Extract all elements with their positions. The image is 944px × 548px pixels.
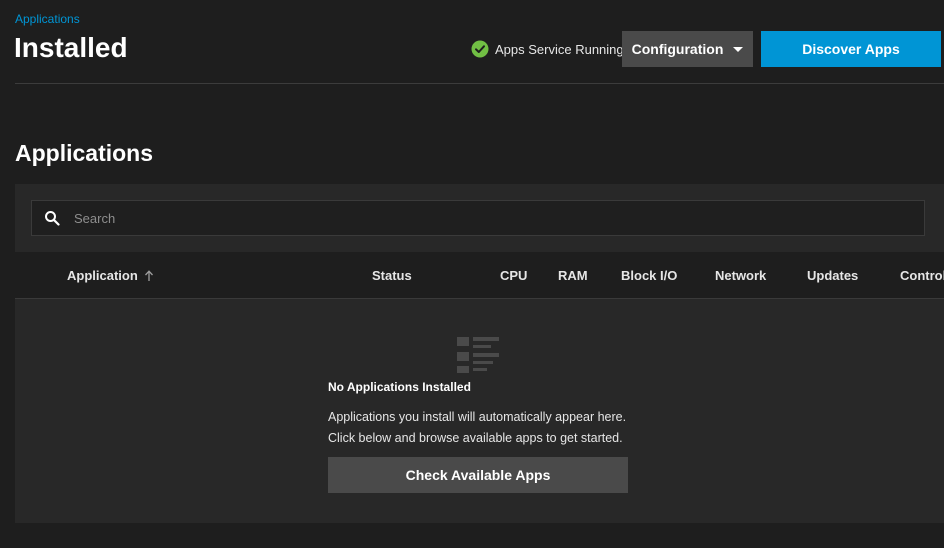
search-icon <box>45 211 60 226</box>
column-application-label: Application <box>67 268 138 283</box>
list-icon <box>457 337 499 373</box>
applications-card: Application Status CPU RAM Block I/O Net… <box>15 184 944 523</box>
service-status: Apps Service Running <box>471 40 624 58</box>
service-status-label: Apps Service Running <box>495 41 624 57</box>
header-divider <box>15 83 944 84</box>
table-header: Application Status CPU RAM Block I/O Net… <box>15 252 944 299</box>
search-input[interactable] <box>72 200 924 236</box>
breadcrumb[interactable]: Applications <box>15 12 80 26</box>
discover-apps-button[interactable]: Discover Apps <box>761 31 941 67</box>
configuration-button[interactable]: Configuration <box>622 31 753 67</box>
chevron-down-icon <box>733 46 744 52</box>
empty-state-hint: Click below and browse available apps to… <box>328 431 623 445</box>
search-box <box>31 200 925 236</box>
section-title: Applications <box>15 140 154 166</box>
column-controls[interactable]: Controls <box>900 268 944 283</box>
empty-state-title: No Applications Installed <box>328 380 471 394</box>
sort-arrow-up-icon <box>144 269 153 281</box>
column-status[interactable]: Status <box>372 268 412 283</box>
page-title: Installed <box>14 32 128 63</box>
check-available-apps-button[interactable]: Check Available Apps <box>328 457 628 493</box>
configuration-label: Configuration <box>631 41 724 57</box>
column-block-io[interactable]: Block I/O <box>621 268 677 283</box>
column-ram[interactable]: RAM <box>558 268 588 283</box>
check-circle-icon <box>471 40 489 58</box>
column-cpu[interactable]: CPU <box>500 268 527 283</box>
column-application[interactable]: Application <box>67 268 154 283</box>
column-network[interactable]: Network <box>715 268 766 283</box>
column-updates[interactable]: Updates <box>807 268 858 283</box>
empty-state-message: Applications you install will automatica… <box>328 410 627 424</box>
